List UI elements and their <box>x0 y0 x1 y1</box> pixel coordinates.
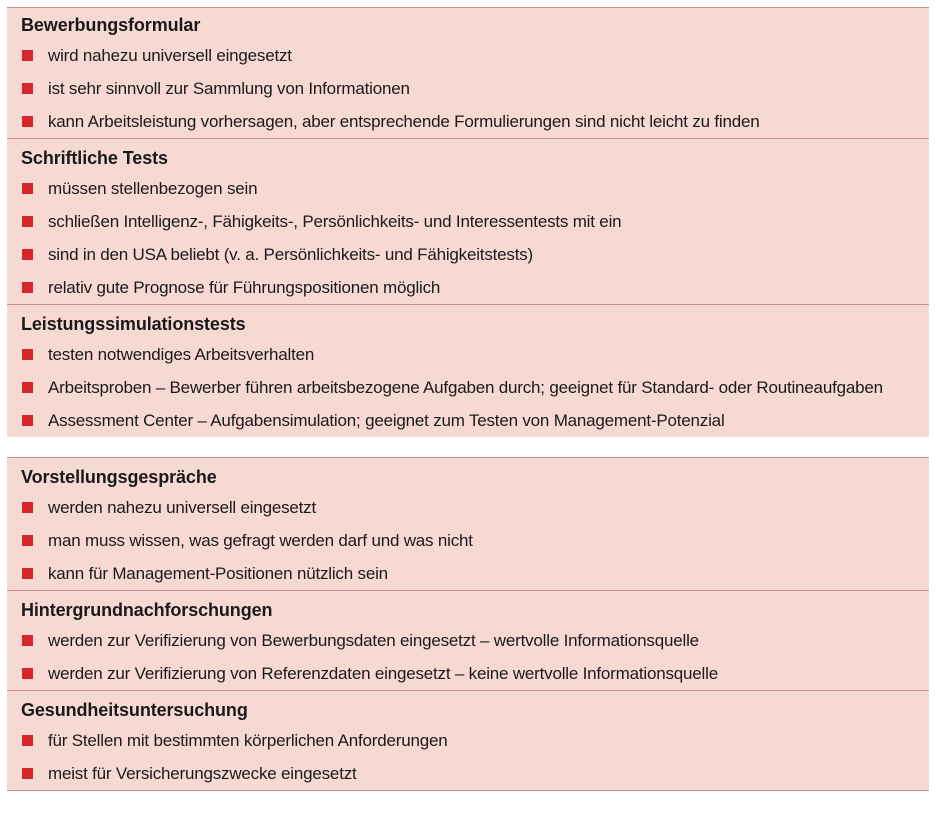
list-item: wird nahezu universell eingesetzt <box>21 39 929 72</box>
group-2: Vorstellungsgespräche werden nahezu unive… <box>7 457 929 791</box>
list-item: kann für Management-Positionen nützlich … <box>21 557 929 590</box>
list-item: sind in den USA beliebt (v. a. Persönlic… <box>21 238 929 271</box>
list-item: Assessment Center – Aufgabensimulation; … <box>21 404 929 437</box>
list-item: Arbeitsproben – Bewerber führen arbeitsb… <box>21 371 929 404</box>
list-item: müssen stellenbezogen sein <box>21 172 929 205</box>
list-item-text: müssen stellenbezogen sein <box>48 178 258 198</box>
square-bullet-icon <box>22 116 33 127</box>
section-title: Hintergrundnachforschungen <box>21 600 273 620</box>
list-item: werden zur Verifizierung von Referenzdat… <box>21 657 929 690</box>
list-item: relativ gute Prognose für Führungspositi… <box>21 271 929 304</box>
list-item: für Stellen mit bestimmten körperlichen … <box>21 724 929 757</box>
list-item: ist sehr sinnvoll zur Sammlung von Infor… <box>21 72 929 105</box>
section-title: Gesundheitsuntersuchung <box>21 700 248 720</box>
square-bullet-icon <box>22 415 33 426</box>
square-bullet-icon <box>22 535 33 546</box>
square-bullet-icon <box>22 735 33 746</box>
list-item-text: schließen Intelligenz-, Fähigkeits-, Per… <box>48 211 622 231</box>
list-item-text: Assessment Center – Aufgabensimulation; … <box>48 410 725 430</box>
list-item-text: wird nahezu universell eingesetzt <box>48 45 292 65</box>
section-title: Vorstellungsgespräche <box>21 467 217 487</box>
list-item-text: werden nahezu universell eingesetzt <box>48 497 317 517</box>
list-item-text: relativ gute Prognose für Führungspositi… <box>48 277 441 297</box>
square-bullet-icon <box>22 668 33 679</box>
square-bullet-icon <box>22 50 33 61</box>
list-item-text: für Stellen mit bestimmten körperlichen … <box>48 730 448 750</box>
section-gesundheitsuntersuchung: Gesundheitsuntersuchung für Stellen mit b… <box>7 690 929 790</box>
list-item-text: meist für Versicherungszwecke eingesetzt <box>48 763 357 783</box>
square-bullet-icon <box>22 568 33 579</box>
group-1: Bewerbungsformular wird nahezu universell… <box>7 7 929 437</box>
list-item-text: kann für Management-Positionen nützlich … <box>48 563 388 583</box>
square-bullet-icon <box>22 502 33 513</box>
list-item-text: testen notwendiges Arbeitsverhalten <box>48 344 315 364</box>
square-bullet-icon <box>22 249 33 260</box>
list-item: meist für Versicherungszwecke eingesetzt <box>21 757 929 790</box>
square-bullet-icon <box>22 183 33 194</box>
list-item-text: werden zur Verifizierung von Referenzdat… <box>48 663 718 683</box>
square-bullet-icon <box>22 349 33 360</box>
section-leistungssimulationstests: Leistungssimulationstests testen notwendi… <box>7 304 929 437</box>
list-item: kann Arbeitsleistung vorhersagen, aber e… <box>21 105 929 138</box>
section-title: Schriftliche Tests <box>21 148 168 168</box>
square-bullet-icon <box>22 282 33 293</box>
square-bullet-icon <box>22 635 33 646</box>
list-item-text: ist sehr sinnvoll zur Sammlung von Infor… <box>48 78 410 98</box>
section-bewerbungsformular: Bewerbungsformular wird nahezu universell… <box>7 8 929 138</box>
section-title: Bewerbungsformular <box>21 15 201 35</box>
section-title: Leistungssimulationstests <box>21 314 246 334</box>
list-item-text: kann Arbeitsleistung vorhersagen, aber e… <box>48 111 760 131</box>
group-gap <box>7 437 929 457</box>
list-item-text: man muss wissen, was gefragt werden darf… <box>48 530 473 550</box>
list-item: schließen Intelligenz-, Fähigkeits-, Per… <box>21 205 929 238</box>
list-item-text: werden zur Verifizierung von Bewerbungsd… <box>48 630 699 650</box>
square-bullet-icon <box>22 83 33 94</box>
square-bullet-icon <box>22 382 33 393</box>
list-item: werden nahezu universell eingesetzt <box>21 491 929 524</box>
list-item-text: Arbeitsproben – Bewerber führen arbeitsb… <box>48 377 883 397</box>
list-item: man muss wissen, was gefragt werden darf… <box>21 524 929 557</box>
selection-methods-table: Bewerbungsformular wird nahezu universell… <box>7 7 929 791</box>
square-bullet-icon <box>22 216 33 227</box>
section-vorstellungsgespraeche: Vorstellungsgespräche werden nahezu unive… <box>7 458 929 590</box>
list-item: testen notwendiges Arbeitsverhalten <box>21 338 929 371</box>
list-item-text: sind in den USA beliebt (v. a. Persönlic… <box>48 244 533 264</box>
list-item: werden zur Verifizierung von Bewerbungsd… <box>21 624 929 657</box>
square-bullet-icon <box>22 768 33 779</box>
section-schriftliche-tests: Schriftliche Tests müssen stellenbezogen … <box>7 138 929 304</box>
section-hintergrundnachforschungen: Hintergrundnachforschungen werden zur Ver… <box>7 590 929 690</box>
